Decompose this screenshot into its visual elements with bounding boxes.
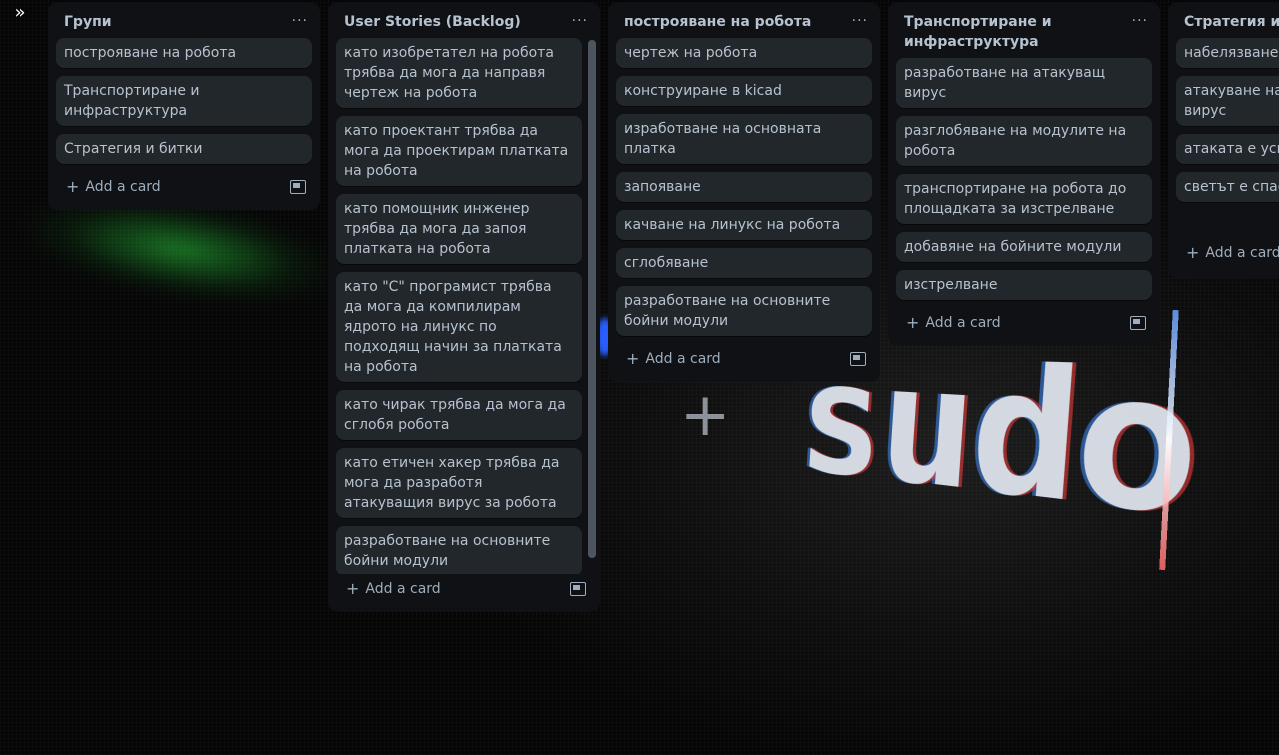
card[interactable]: Стратегия и битки [56, 134, 312, 164]
card-scroll-area[interactable]: набелязване на извънземни атакуване на и… [1168, 38, 1279, 240]
card-scroll-area[interactable]: като изобретател на робота трябва да мог… [328, 38, 600, 574]
list-title[interactable]: Групи [64, 12, 112, 32]
list-transport: Транспортиране и инфраструктура ··· разр… [888, 2, 1160, 346]
list-footer: + Add a card [888, 308, 1160, 346]
card-template-icon[interactable] [1130, 316, 1146, 330]
list-footer: + Add a card [328, 574, 600, 612]
add-card-button[interactable]: + Add a card [900, 310, 1007, 336]
list-header: Транспортиране и инфраструктура ··· [888, 2, 1160, 58]
card[interactable]: като "C" програмист трябва да мога да ко… [336, 272, 582, 382]
list-header: Групи ··· [48, 2, 320, 38]
card[interactable]: набелязване на извънземни [1176, 38, 1279, 68]
add-card-button[interactable]: + Add a card [1180, 240, 1279, 266]
plus-icon: + [906, 313, 920, 332]
list-menu-button[interactable]: ··· [1128, 12, 1152, 30]
list-header: User Stories (Backlog) ··· [328, 2, 600, 38]
list-title[interactable]: Стратегия и битки [1184, 12, 1279, 32]
card[interactable]: разработване на основните бойни модули [336, 526, 582, 574]
card-container: набелязване на извънземни атакуване на и… [1168, 38, 1279, 202]
list-strategy: Стратегия и битки ··· набелязване на изв… [1168, 2, 1279, 278]
add-card-label: Add a card [925, 315, 1001, 331]
scrollbar-track[interactable] [588, 40, 596, 558]
add-card-button[interactable]: + Add a card [60, 174, 167, 200]
card[interactable]: атаката е успешна [1176, 134, 1279, 164]
card[interactable]: качване на линукс на робота [616, 210, 872, 240]
add-card-label: Add a card [645, 351, 721, 367]
card[interactable]: разработване на атакуващ вирус [896, 58, 1152, 108]
chevrons-right-icon[interactable]: » [10, 4, 30, 24]
list-footer: + Add a card [1168, 240, 1279, 276]
list-user-stories: User Stories (Backlog) ··· като изобрета… [328, 2, 600, 612]
list-title[interactable]: Транспортиране и инфраструктура [904, 12, 1119, 52]
card-template-icon[interactable] [570, 582, 586, 596]
card-container: чертеж на робота конструиране в kicad из… [608, 38, 880, 336]
scrollbar-thumb[interactable] [588, 40, 596, 558]
card-container: като изобретател на робота трябва да мог… [328, 38, 600, 574]
add-card-button[interactable]: + Add a card [620, 346, 727, 372]
card[interactable]: транспортиране на робота до площадката з… [896, 174, 1152, 224]
card[interactable]: като помощник инженер трябва да мога да … [336, 194, 582, 264]
card[interactable]: изстрелване [896, 270, 1152, 300]
card-template-icon[interactable] [290, 180, 306, 194]
card[interactable]: като етичен хакер трябва да мога да разр… [336, 448, 582, 518]
card[interactable]: чертеж на робота [616, 38, 872, 68]
card[interactable]: запояване [616, 172, 872, 202]
card[interactable]: Транспортиране и инфраструктура [56, 76, 312, 126]
card-container: построяване на робота Транспортиране и и… [48, 38, 320, 164]
list-header: Стратегия и битки ··· [1168, 2, 1279, 38]
card[interactable]: сглобяване [616, 248, 872, 278]
list-footer: + Add a card [608, 344, 880, 382]
card[interactable]: като проектант трябва да мога да проекти… [336, 116, 582, 186]
list-menu-button[interactable]: ··· [568, 12, 592, 30]
add-card-label: Add a card [1205, 245, 1279, 261]
card[interactable]: като чирак трябва да мога да сглобя робо… [336, 390, 582, 440]
card-template-icon[interactable] [850, 352, 866, 366]
list-title[interactable]: User Stories (Backlog) [344, 12, 521, 32]
card[interactable]: разработване на основните бойни модули [616, 286, 872, 336]
card-container: разработване на атакуващ вирус разглобяв… [888, 58, 1160, 300]
card[interactable]: конструиране в kicad [616, 76, 872, 106]
card[interactable]: изработване на основната платка [616, 114, 872, 164]
list-footer: + Add a card [48, 172, 320, 210]
plus-icon: + [346, 579, 360, 598]
card[interactable]: разглобяване на модулите на робота [896, 116, 1152, 166]
card[interactable]: построяване на робота [56, 38, 312, 68]
plus-icon: + [1186, 243, 1200, 262]
list-title[interactable]: построяване на робота [624, 12, 811, 32]
list-header: построяване на робота ··· [608, 2, 880, 38]
list-menu-button[interactable]: ··· [288, 12, 312, 30]
card[interactable]: атакуване на им хардуер с вирус [1176, 76, 1279, 126]
background-plus-glyph: + [680, 380, 731, 450]
card[interactable]: светът е спасен [1176, 172, 1279, 202]
add-card-label: Add a card [365, 581, 441, 597]
list-menu-button[interactable]: ··· [848, 12, 872, 30]
add-card-button[interactable]: + Add a card [340, 576, 447, 602]
list-building-robot: построяване на робота ··· чертеж на робо… [608, 2, 880, 382]
card[interactable]: добавяне на бойните модули [896, 232, 1152, 262]
plus-icon: + [66, 177, 80, 196]
add-card-label: Add a card [85, 179, 161, 195]
list-groups: Групи ··· построяване на робота Транспор… [48, 2, 320, 210]
plus-icon: + [626, 349, 640, 368]
card[interactable]: като изобретател на робота трябва да мог… [336, 38, 582, 108]
